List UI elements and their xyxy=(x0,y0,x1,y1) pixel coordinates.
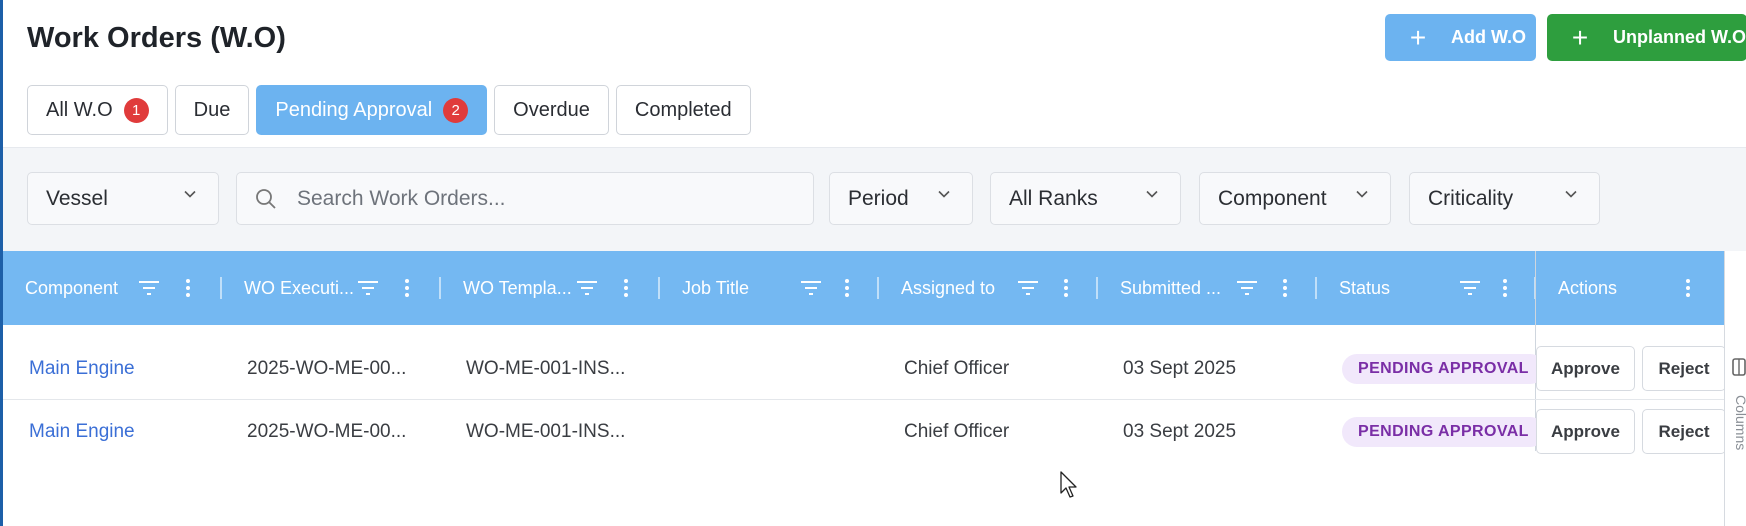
filter-icon[interactable] xyxy=(1236,280,1258,296)
chevron-down-icon xyxy=(1356,190,1368,198)
tab-all-wo[interactable]: All W.O 1 xyxy=(27,85,168,135)
unplanned-wo-label: Unplanned W.O xyxy=(1613,27,1746,47)
count-badge: 1 xyxy=(123,97,149,123)
filter-bar: Vessel Period All Ranks Component Critic… xyxy=(3,147,1746,251)
wo-execution-cell: 2025-WO-ME-00... xyxy=(247,420,407,442)
chevron-down-icon xyxy=(1146,190,1158,198)
chevron-down-icon xyxy=(184,190,196,198)
assigned-to-cell: Chief Officer xyxy=(904,420,1010,442)
status-cell: PENDING APPROVAL xyxy=(1342,337,1545,400)
period-dropdown-label: Period xyxy=(848,186,909,210)
column-label: WO Templa... xyxy=(463,277,572,298)
wo-execution-cell: 2025-WO-ME-00... xyxy=(247,357,407,379)
table-row[interactable]: Main Engine 2025-WO-ME-00... WO-ME-001-I… xyxy=(3,337,1726,400)
vessel-dropdown[interactable]: Vessel xyxy=(27,172,219,225)
column-label: Job Title xyxy=(682,277,750,298)
filter-icon[interactable] xyxy=(1017,280,1039,296)
column-label: WO Executi... xyxy=(244,277,355,298)
column-menu-icon[interactable] xyxy=(405,279,409,297)
filter-icon[interactable] xyxy=(138,280,160,296)
search-icon xyxy=(256,188,276,209)
column-menu-icon[interactable] xyxy=(1686,279,1690,297)
tab-label: Due xyxy=(193,98,231,121)
add-wo-button[interactable]: + Add W.O xyxy=(1385,14,1536,61)
column-header-status[interactable]: Status xyxy=(1317,251,1536,325)
reject-button[interactable]: Reject xyxy=(1642,409,1726,454)
chevron-down-icon xyxy=(938,190,950,198)
filter-icon[interactable] xyxy=(1459,280,1481,296)
submitted-cell: 03 Sept 2025 xyxy=(1123,420,1237,442)
column-header-wo-execution[interactable]: WO Executi... xyxy=(222,251,441,325)
column-label: Component xyxy=(25,277,119,298)
plus-icon: + xyxy=(1571,21,1589,53)
column-label: Assigned to xyxy=(901,277,996,298)
vessel-dropdown-label: Vessel xyxy=(46,186,108,210)
column-menu-icon[interactable] xyxy=(186,279,190,297)
filter-icon[interactable] xyxy=(357,280,379,296)
assigned-to-cell: Chief Officer xyxy=(904,357,1010,379)
column-header-component[interactable]: Component xyxy=(3,251,222,325)
column-menu-icon[interactable] xyxy=(1064,279,1068,297)
tab-label: All W.O xyxy=(46,98,113,121)
columns-side-panel[interactable] xyxy=(1724,251,1746,526)
count-badge: 2 xyxy=(443,97,469,123)
tab-pending-approval[interactable]: Pending Approval 2 xyxy=(256,85,488,135)
component-link[interactable]: Main Engine xyxy=(29,400,135,463)
column-header-submitted[interactable]: Submitted ... xyxy=(1098,251,1317,325)
tab-overdue[interactable]: Overdue xyxy=(494,85,609,135)
columns-panel-label[interactable]: Columns xyxy=(1733,395,1746,450)
criticality-dropdown-label: Criticality xyxy=(1428,186,1514,210)
table-header: Component WO Executi... WO Templa... Job… xyxy=(3,251,1726,325)
mouse-cursor-icon xyxy=(1060,471,1077,498)
unplanned-wo-button[interactable]: + Unplanned W.O xyxy=(1547,14,1746,61)
component-dropdown[interactable]: Component xyxy=(1199,172,1391,225)
plus-icon: + xyxy=(1409,21,1427,53)
wo-template-cell: WO-ME-001-INS... xyxy=(466,420,626,442)
ranks-dropdown[interactable]: All Ranks xyxy=(990,172,1181,225)
reject-button[interactable]: Reject xyxy=(1642,346,1726,391)
column-menu-icon[interactable] xyxy=(845,279,849,297)
column-header-assigned-to[interactable]: Assigned to xyxy=(879,251,1098,325)
tab-due[interactable]: Due xyxy=(174,85,250,135)
component-link[interactable]: Main Engine xyxy=(29,337,135,400)
approve-button[interactable]: Approve xyxy=(1536,346,1635,391)
column-header-wo-template[interactable]: WO Templa... xyxy=(441,251,660,325)
submitted-cell: 03 Sept 2025 xyxy=(1123,357,1237,379)
column-label: Actions xyxy=(1558,277,1618,298)
column-label: Status xyxy=(1339,277,1391,298)
add-wo-label: Add W.O xyxy=(1451,27,1526,47)
status-tabs: All W.O 1 Due Pending Approval 2 Overdue… xyxy=(27,85,751,135)
tab-label: Overdue xyxy=(513,98,590,121)
column-header-actions[interactable]: Actions xyxy=(1536,251,1726,325)
table-row[interactable]: Main Engine 2025-WO-ME-00... WO-ME-001-I… xyxy=(3,400,1726,463)
status-cell: PENDING APPROVAL xyxy=(1342,400,1545,463)
chevron-down-icon xyxy=(1565,190,1577,198)
wo-template-cell: WO-ME-001-INS... xyxy=(466,357,626,379)
column-menu-icon[interactable] xyxy=(1283,279,1287,297)
columns-icon[interactable] xyxy=(1731,357,1746,377)
period-dropdown[interactable]: Period xyxy=(829,172,973,225)
approve-button[interactable]: Approve xyxy=(1536,409,1635,454)
column-header-job-title[interactable]: Job Title xyxy=(660,251,879,325)
filter-icon[interactable] xyxy=(576,280,598,296)
criticality-dropdown[interactable]: Criticality xyxy=(1409,172,1600,225)
filter-icon[interactable] xyxy=(800,280,822,296)
ranks-dropdown-label: All Ranks xyxy=(1009,186,1098,210)
search-input[interactable] xyxy=(297,186,777,211)
component-dropdown-label: Component xyxy=(1218,186,1327,210)
tab-completed[interactable]: Completed xyxy=(615,85,751,135)
tab-label: Completed xyxy=(634,98,732,121)
status-badge: PENDING APPROVAL xyxy=(1342,416,1545,447)
search-box[interactable] xyxy=(236,172,814,225)
column-menu-icon[interactable] xyxy=(624,279,628,297)
status-badge: PENDING APPROVAL xyxy=(1342,353,1545,384)
tab-label: Pending Approval xyxy=(275,98,433,121)
column-menu-icon[interactable] xyxy=(1503,279,1507,297)
column-label: Submitted ... xyxy=(1120,277,1222,298)
page-title: Work Orders (W.O) xyxy=(27,22,286,54)
